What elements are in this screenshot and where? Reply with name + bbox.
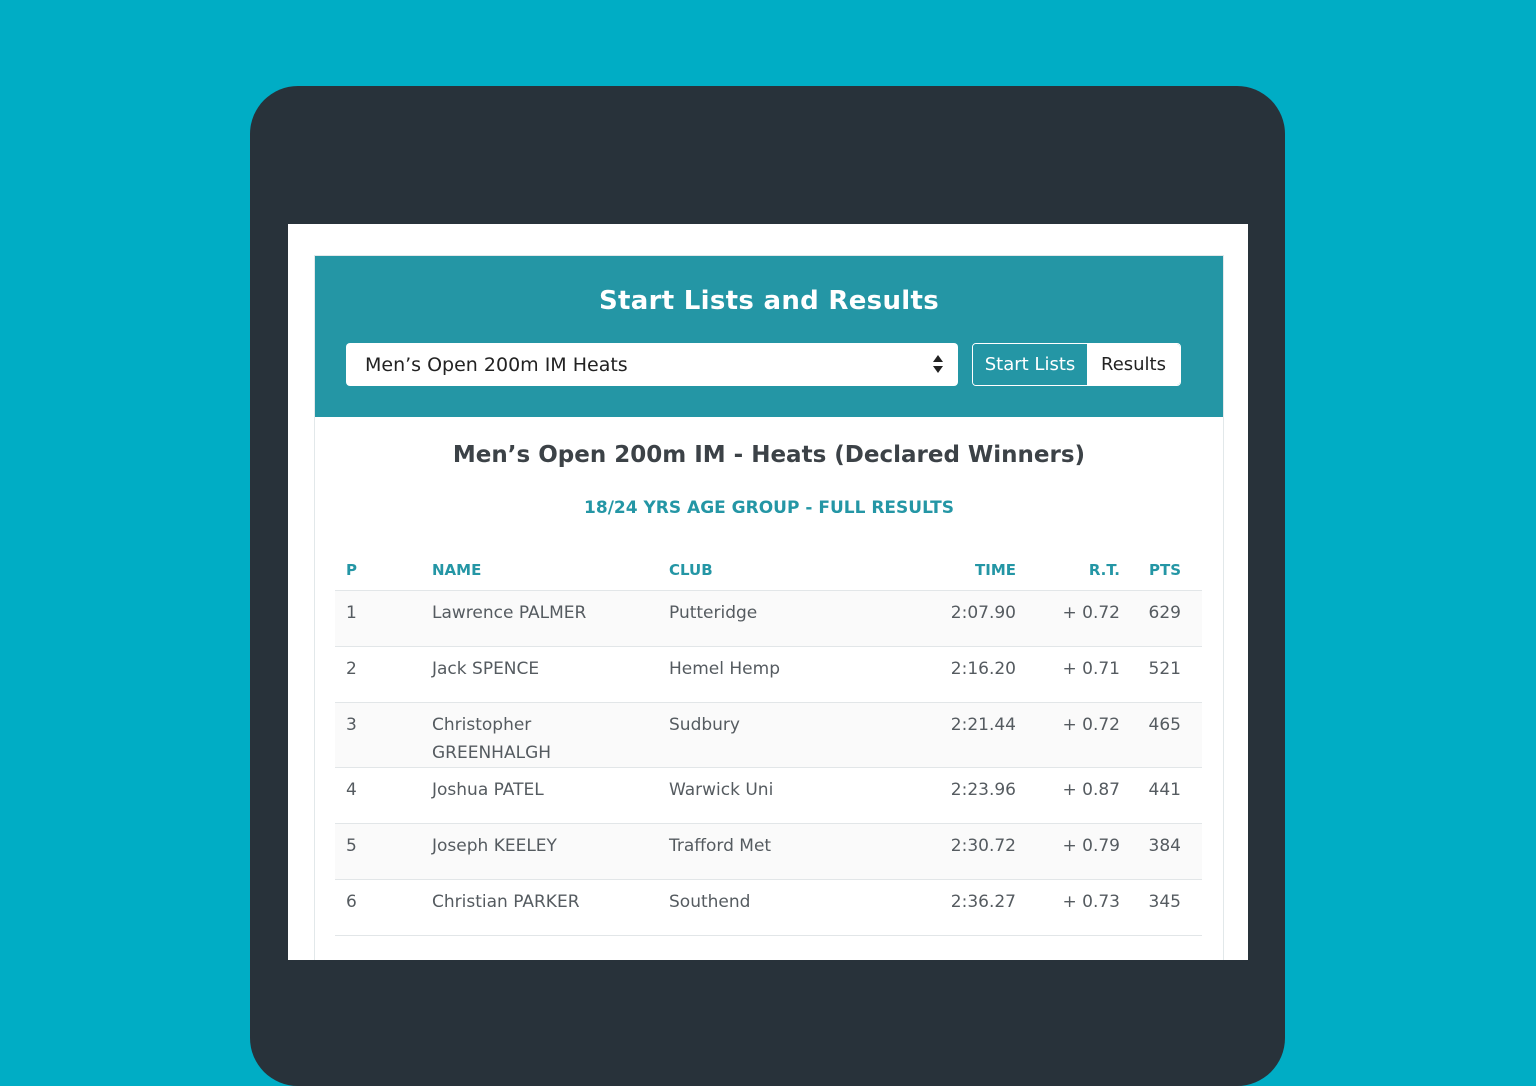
- cell-points: 345: [1148, 892, 1181, 912]
- column-header-club[interactable]: CLUB: [669, 561, 906, 579]
- start-lists-button[interactable]: Start Lists: [973, 344, 1087, 385]
- cell-reaction-time: + 0.72: [1062, 715, 1121, 735]
- cell-club: Trafford Met: [669, 836, 772, 856]
- cell-points: 521: [1148, 659, 1181, 679]
- cell-club: Sudbury: [669, 715, 740, 735]
- results-title: Men’s Open 200m IM - Heats (Declared Win…: [452, 442, 1086, 468]
- select-updown-arrows-icon: [933, 355, 943, 373]
- cell-club: Southend: [669, 892, 751, 912]
- cell-reaction-time: + 0.72: [1062, 603, 1121, 623]
- cell-position: 2: [346, 659, 357, 679]
- cell-reaction-time: + 0.73: [1062, 892, 1121, 912]
- cell-name: Christian PARKER: [432, 892, 580, 912]
- event-select[interactable]: Men’s Open 200m IM Heats: [346, 343, 958, 386]
- cell-position: 1: [346, 603, 357, 623]
- cell-reaction-time: + 0.71: [1062, 659, 1121, 679]
- view-toggle: Start Lists Results: [972, 343, 1181, 386]
- cell-time: 2:07.90: [950, 603, 1016, 623]
- results-table: P NAME CLUB TIME R.T. PTS 1 Lawrence PAL…: [335, 550, 1202, 936]
- cell-position: 5: [346, 836, 357, 856]
- cell-name: Joseph KEELEY: [432, 836, 557, 856]
- table-header: P NAME CLUB TIME R.T. PTS: [335, 550, 1202, 591]
- cell-reaction-time: + 0.79: [1062, 836, 1121, 856]
- cell-position: 6: [346, 892, 357, 912]
- cell-position: 3: [346, 715, 357, 735]
- cell-points: 441: [1148, 780, 1181, 800]
- cell-time: 2:23.96: [950, 780, 1016, 800]
- cell-name: Christopher GREENHALGH: [432, 715, 552, 763]
- cell-name: Joshua PATEL: [432, 780, 544, 800]
- cell-time: 2:21.44: [950, 715, 1016, 735]
- cell-time: 2:16.20: [950, 659, 1016, 679]
- cell-club: Warwick Uni: [669, 780, 774, 800]
- tablet-screen: Start Lists and Results Men’s Open 200m …: [288, 224, 1248, 960]
- cell-name: Jack SPENCE: [432, 659, 540, 679]
- page-title: Start Lists and Results: [599, 286, 939, 316]
- cell-position: 4: [346, 780, 357, 800]
- table-body: 1 Lawrence PALMER Putteridge 2:07.90 + 0…: [335, 591, 1202, 936]
- cell-points: 465: [1148, 715, 1181, 735]
- column-header-name[interactable]: NAME: [432, 561, 669, 579]
- column-header-rt[interactable]: R.T.: [1016, 561, 1120, 579]
- cell-points: 629: [1148, 603, 1181, 623]
- table-row[interactable]: 4 Joshua PATEL Warwick Uni 2:23.96 + 0.8…: [335, 768, 1202, 824]
- column-header-time[interactable]: TIME: [906, 561, 1016, 579]
- cell-time: 2:36.27: [950, 892, 1016, 912]
- results-button[interactable]: Results: [1087, 344, 1180, 385]
- table-row[interactable]: 6 Christian PARKER Southend 2:36.27 + 0.…: [335, 880, 1202, 936]
- table-row[interactable]: 1 Lawrence PALMER Putteridge 2:07.90 + 0…: [335, 591, 1202, 647]
- cell-time: 2:30.72: [950, 836, 1016, 856]
- results-panel: Start Lists and Results Men’s Open 200m …: [314, 255, 1224, 960]
- column-header-p[interactable]: P: [335, 561, 432, 579]
- cell-reaction-time: + 0.87: [1062, 780, 1121, 800]
- panel-header: Start Lists and Results Men’s Open 200m …: [315, 256, 1223, 417]
- cell-name: Lawrence PALMER: [432, 603, 587, 623]
- cell-club: Putteridge: [669, 603, 758, 623]
- table-row[interactable]: 2 Jack SPENCE Hemel Hemp 2:16.20 + 0.71 …: [335, 647, 1202, 703]
- event-select-value: Men’s Open 200m IM Heats: [365, 353, 628, 376]
- table-row[interactable]: 5 Joseph KEELEY Trafford Met 2:30.72 + 0…: [335, 824, 1202, 880]
- cell-club: Hemel Hemp: [669, 659, 780, 679]
- cell-points: 384: [1148, 836, 1181, 856]
- column-header-pts[interactable]: PTS: [1120, 561, 1192, 579]
- table-row[interactable]: 3 Christopher GREENHALGH Sudbury 2:21.44…: [335, 703, 1202, 768]
- results-subtitle: 18/24 YRS AGE GROUP - FULL RESULTS: [584, 498, 954, 518]
